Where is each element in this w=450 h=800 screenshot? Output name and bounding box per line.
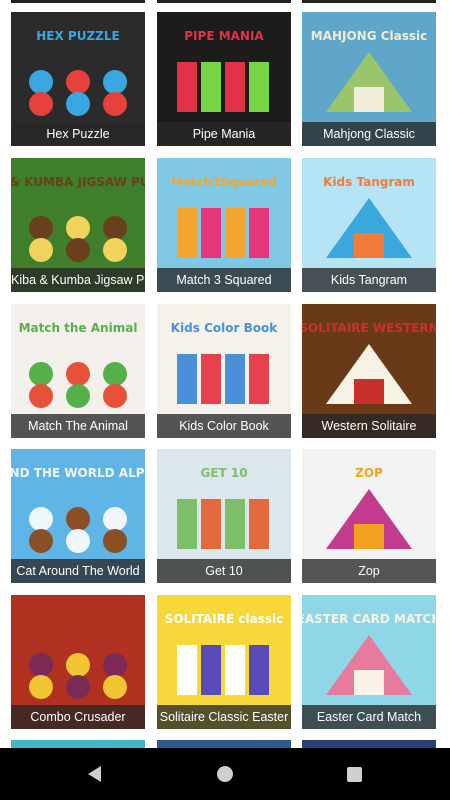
art-title: PIPE MANIA <box>184 29 264 43</box>
game-title: Kiba & Kumba Jigsaw Puzzle <box>11 268 145 292</box>
game-tile[interactable]: HEX PUZZLE Hex Puzzle <box>11 12 145 146</box>
recents-button[interactable] <box>340 760 368 788</box>
art-title: Kids Tangram <box>323 175 415 189</box>
art-title: CAT AROUND THE WORLD ALPINE LAKES <box>11 466 145 480</box>
art-title: Kids Color Book <box>171 321 278 335</box>
game-tile[interactable]: MAHJONG Classic Mahjong Classic <box>302 12 436 146</box>
game-tile[interactable]: ZOP Zop <box>302 449 436 583</box>
game-tile[interactable]: CAT AROUND THE WORLD ALPINE LAKES Cat Aro… <box>11 449 145 583</box>
game-tile[interactable]: GET 10 Get 10 <box>157 449 291 583</box>
art-title: Match the Animal <box>19 321 138 335</box>
game-tile[interactable]: EASTER CARD MATCH Easter Card Match <box>302 595 436 729</box>
game-tile-partial[interactable] <box>302 740 436 748</box>
game-title: Mahjong Classic <box>302 122 436 146</box>
art-title: Match3Squared <box>171 175 277 189</box>
home-button[interactable] <box>211 760 239 788</box>
art-title: ZOP <box>355 466 383 480</box>
game-title: Easter Card Match <box>302 705 436 729</box>
art-title: MAHJONG Classic <box>311 29 428 43</box>
back-button[interactable] <box>80 760 108 788</box>
game-title: Combo Crusader <box>11 705 145 729</box>
game-tile[interactable]: KIBA & KUMBA JIGSAW PUZZLE Kiba & Kumba J… <box>11 158 145 292</box>
game-title: Pipe Mania <box>157 122 291 146</box>
game-tile[interactable]: Match3Squared Match 3 Squared <box>157 158 291 292</box>
game-tile-partial[interactable] <box>11 740 145 748</box>
game-title: Cat Around The World <box>11 559 145 583</box>
game-title: Hex Puzzle <box>11 122 145 146</box>
art-title: EASTER CARD MATCH <box>302 612 436 626</box>
game-title: Get 10 <box>157 559 291 583</box>
android-nav-bar <box>0 748 450 800</box>
game-tile[interactable]: Kids Tangram Kids Tangram <box>302 158 436 292</box>
game-tile-partial[interactable] <box>157 740 291 748</box>
art-title: KIBA & KUMBA JIGSAW PUZZLE <box>11 175 145 189</box>
art-title: SOLITAIRE WESTERN <box>302 321 436 335</box>
home-icon <box>217 766 233 782</box>
art-title: HEX PUZZLE <box>36 29 119 43</box>
game-title: Match The Animal <box>11 414 145 438</box>
game-tile[interactable]: PIPE MANIA Pipe Mania <box>157 12 291 146</box>
tile-edge <box>157 0 291 3</box>
game-tile[interactable]: SOLITAIRE classic Solitaire Classic Easte… <box>157 595 291 729</box>
art-title: SOLITAIRE classic <box>165 612 283 626</box>
game-title: Kids Tangram <box>302 268 436 292</box>
tile-edge <box>11 0 145 3</box>
art-title: GET 10 <box>200 466 247 480</box>
game-tile[interactable]: SOLITAIRE WESTERN Western Solitaire <box>302 304 436 438</box>
game-tile[interactable]: Match the Animal Match The Animal <box>11 304 145 438</box>
game-title: Match 3 Squared <box>157 268 291 292</box>
game-tile[interactable]: Kids Color Book Kids Color Book <box>157 304 291 438</box>
previous-row-edge <box>0 0 450 10</box>
back-icon <box>87 766 101 782</box>
game-title: Solitaire Classic Easter <box>157 705 291 729</box>
game-title: Western Solitaire <box>302 414 436 438</box>
game-tile[interactable]: Combo Crusader <box>11 595 145 729</box>
tile-edge <box>302 0 436 3</box>
game-title: Kids Color Book <box>157 414 291 438</box>
game-title: Zop <box>302 559 436 583</box>
recents-icon <box>346 766 362 782</box>
